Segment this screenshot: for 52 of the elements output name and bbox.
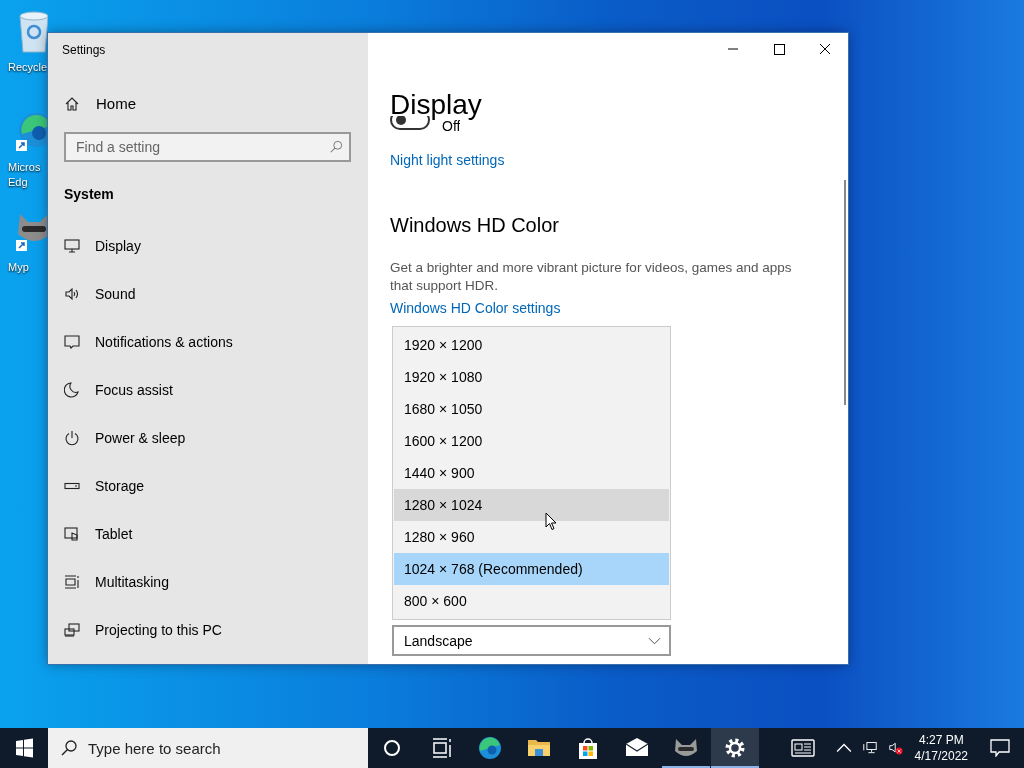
chevron-down-icon <box>648 636 661 645</box>
multitasking-icon <box>64 574 80 590</box>
tablet-icon <box>64 526 80 542</box>
resolution-option[interactable]: 1280 × 1024 <box>394 489 669 521</box>
description-text: Get a brighter and more vibrant picture for videos, games and apps that support HDR. <box>390 259 793 295</box>
toggle-label: Off <box>442 118 461 134</box>
resolution-option[interactable]: 800 × 600 <box>394 585 669 617</box>
sidebar-item[interactable]: Storage <box>64 462 145 510</box>
scrollbar[interactable] <box>844 180 846 405</box>
sidebar-item[interactable]: Sound <box>64 270 136 318</box>
taskbar-button[interactable] <box>711 728 759 768</box>
clock[interactable]: 4:27 PM 4/17/2022 <box>914 732 968 764</box>
network-icon[interactable] <box>861 741 878 755</box>
search-icon <box>60 739 78 757</box>
news-icon[interactable] <box>790 738 817 758</box>
window-title: Settings <box>62 43 106 57</box>
resolution-option[interactable]: 1680 × 1050 <box>394 393 669 425</box>
notifications-icon <box>64 334 80 350</box>
resolution-option[interactable]: 1920 × 1200 <box>394 329 669 361</box>
resolution-option[interactable]: 1024 × 768 (Recommended) <box>394 553 669 585</box>
projecting-icon <box>64 622 80 638</box>
search-icon <box>329 140 343 154</box>
sidebar-item[interactable]: Power & sleep <box>64 414 186 462</box>
chevron-up-icon[interactable] <box>835 741 852 755</box>
home-icon <box>64 95 80 112</box>
notifications-icon[interactable] <box>990 739 1010 757</box>
sound-icon <box>64 286 80 302</box>
sidebar-item[interactable]: Display <box>64 222 141 270</box>
muted-speaker-icon[interactable] <box>887 741 904 755</box>
section-heading: Windows HD Color <box>390 214 559 237</box>
power-icon <box>64 430 80 446</box>
sidebar-item[interactable]: Focus assist <box>64 366 173 414</box>
section-heading: System <box>64 186 114 202</box>
mouse-cursor-icon <box>545 512 557 531</box>
focus-icon <box>64 382 80 398</box>
resolution-option[interactable]: 1600 × 1200 <box>394 425 669 457</box>
resolution-option[interactable]: 1280 × 960 <box>394 521 669 553</box>
sidebar-item[interactable]: Projecting to this PC <box>64 606 222 654</box>
orientation-dropdown[interactable]: Landscape <box>392 625 671 656</box>
display-icon <box>64 238 80 254</box>
resolution-option[interactable]: 1920 × 1080 <box>394 361 669 393</box>
sidebar-item[interactable]: Multitasking <box>64 558 169 606</box>
browser-icon <box>477 735 503 761</box>
sidebar-item[interactable]: Tablet <box>64 510 133 558</box>
taskbar-search-field[interactable]: Type here to search <box>48 728 368 768</box>
hd-color-link[interactable]: Windows HD Color settings <box>390 300 561 316</box>
home-link[interactable]: Home <box>64 95 136 112</box>
page-title: Display <box>390 88 482 120</box>
resolution-option[interactable]: 1440 × 900 <box>394 457 669 489</box>
sidebar-item[interactable]: Notifications & actions <box>64 318 233 366</box>
search-field[interactable]: Find a setting <box>64 132 351 162</box>
night-light-link[interactable]: Night light settings <box>390 152 505 168</box>
